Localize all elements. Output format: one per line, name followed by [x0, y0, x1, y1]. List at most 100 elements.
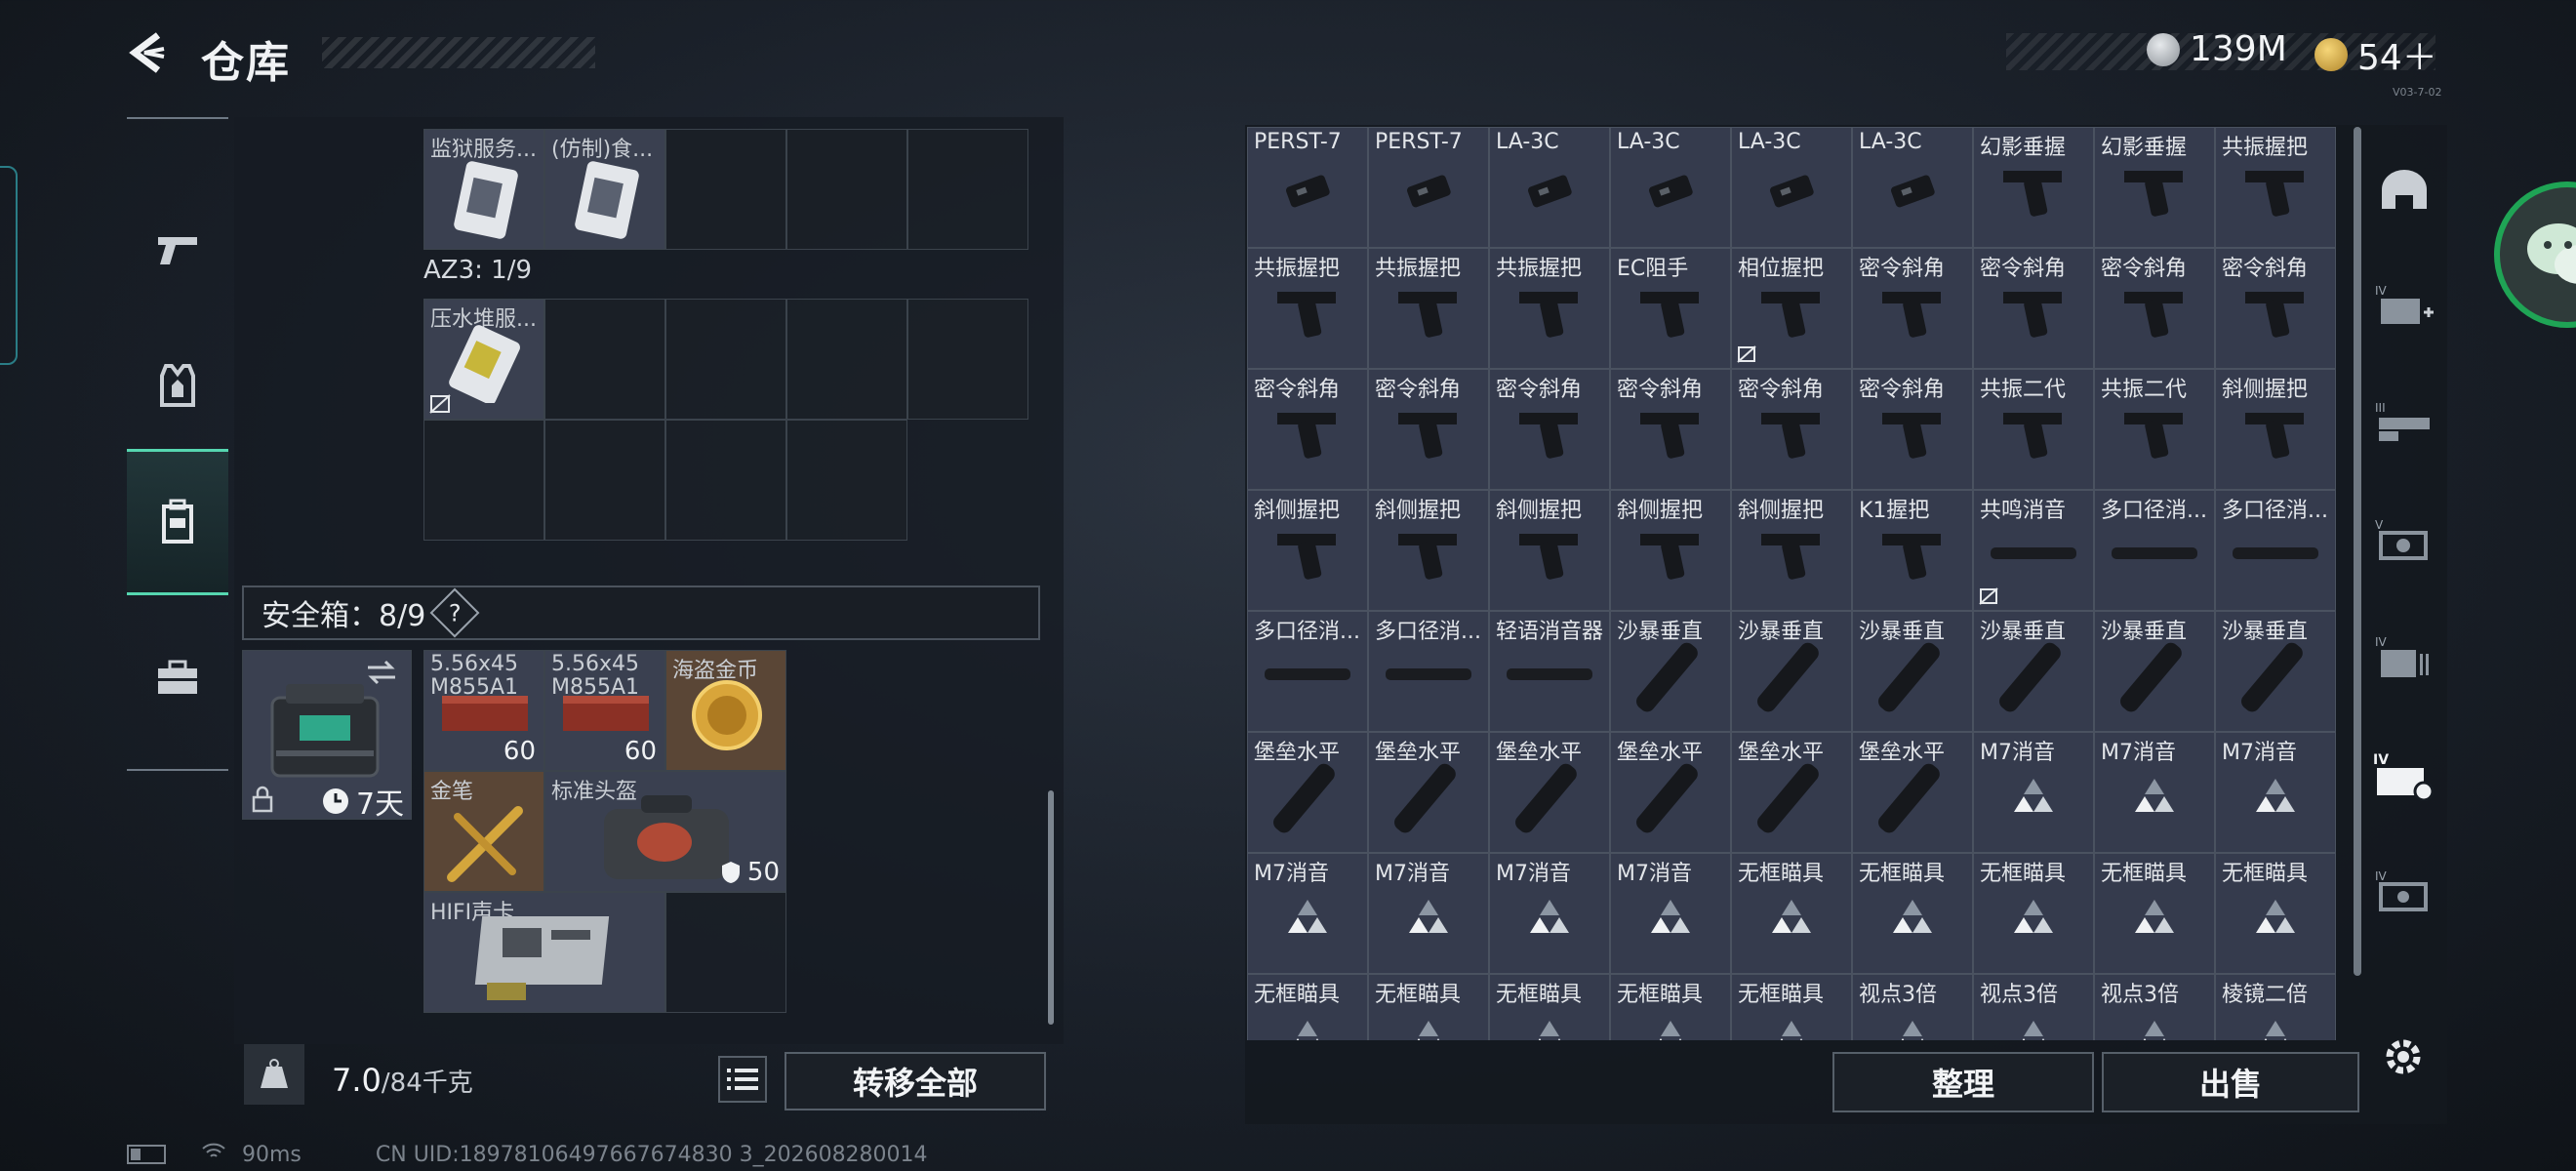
warehouse-item[interactable]: 密令斜角 — [1731, 369, 1852, 490]
warehouse-item[interactable]: 共振握把 — [2215, 127, 2336, 248]
warehouse-item[interactable]: M7消音 — [1489, 853, 1610, 974]
warehouse-item[interactable]: K1握把 — [1852, 490, 1973, 611]
inventory-item[interactable]: 压水堆服... — [423, 299, 544, 420]
warehouse-item[interactable]: 沙暴垂直 — [1610, 611, 1731, 732]
nav-backpack[interactable] — [127, 449, 228, 595]
warehouse-item[interactable]: 堡垒水平 — [1247, 732, 1368, 853]
filter-iv[interactable]: IV — [2359, 605, 2449, 712]
warehouse-item[interactable]: M7消音 — [2094, 732, 2215, 853]
warehouse-item[interactable]: 共振握把 — [1368, 248, 1489, 369]
currency-gold[interactable]: 54＋ — [2314, 29, 2437, 80]
warehouse-item[interactable]: PERST-7 — [1368, 127, 1489, 248]
warehouse-item[interactable]: 幻影垂握 — [1973, 127, 2094, 248]
empty-slot[interactable] — [665, 420, 786, 541]
wechat-float-button[interactable] — [2494, 182, 2576, 328]
warehouse-item[interactable]: M7消音 — [1368, 853, 1489, 974]
warehouse-item[interactable]: 堡垒水平 — [1489, 732, 1610, 853]
swap-icon[interactable] — [364, 659, 399, 686]
warehouse-item[interactable]: M7消音 — [2215, 732, 2336, 853]
warehouse-item[interactable]: 斜侧握把 — [1247, 490, 1368, 611]
inventory-item[interactable]: 5.56x45 M855A1 60 — [423, 650, 544, 771]
warehouse-item[interactable]: 斜侧握把 — [1489, 490, 1610, 611]
warehouse-item[interactable]: 密令斜角 — [1489, 369, 1610, 490]
edge-floating-tab[interactable] — [0, 166, 18, 365]
inventory-item[interactable]: 监狱服务... — [423, 129, 544, 250]
warehouse-item[interactable]: 视点3倍 — [1973, 974, 2094, 1040]
warehouse-item[interactable]: M7消音 — [1610, 853, 1731, 974]
currency-silver[interactable]: 139M — [2147, 29, 2287, 69]
warehouse-item[interactable]: 斜侧握把 — [2215, 369, 2336, 490]
left-scrollbar[interactable] — [1048, 790, 1054, 1025]
warehouse-item[interactable]: 幻影垂握 — [2094, 127, 2215, 248]
warehouse-item[interactable]: PERST-7 — [1247, 127, 1368, 248]
warehouse-item[interactable]: 堡垒水平 — [1610, 732, 1731, 853]
filter-iii[interactable]: III — [2359, 371, 2449, 478]
warehouse-item[interactable]: M7消音 — [1247, 853, 1368, 974]
warehouse-item[interactable]: 无框瞄具 — [1368, 974, 1489, 1040]
inventory-item[interactable]: 金笔 — [423, 771, 544, 892]
inventory-item[interactable]: HIFI声卡 — [423, 892, 665, 1013]
warehouse-item[interactable]: LA-3C — [1489, 127, 1610, 248]
warehouse-item[interactable]: 无框瞄具 — [1852, 853, 1973, 974]
warehouse-item[interactable]: 多口径消... — [2094, 490, 2215, 611]
warehouse-item[interactable]: 沙暴垂直 — [2094, 611, 2215, 732]
filter-helmet[interactable] — [2359, 137, 2449, 244]
settings-gear-icon[interactable] — [2379, 1032, 2428, 1081]
warehouse-item[interactable]: 密令斜角 — [2215, 248, 2336, 369]
warehouse-item[interactable]: 无框瞄具 — [1489, 974, 1610, 1040]
warehouse-item[interactable]: 无框瞄具 — [2094, 853, 2215, 974]
warehouse-item[interactable]: 斜侧握把 — [1610, 490, 1731, 611]
list-view-button[interactable] — [718, 1056, 767, 1103]
warehouse-item[interactable]: 无框瞄具 — [2215, 853, 2336, 974]
empty-slot[interactable] — [544, 299, 665, 420]
inventory-item[interactable]: 标准头盔 50 — [544, 771, 786, 892]
nav-weapon[interactable] — [127, 176, 228, 322]
warehouse-item[interactable]: 视点3倍 — [1852, 974, 1973, 1040]
empty-slot[interactable] — [665, 129, 786, 250]
warehouse-item[interactable]: 共振握把 — [1247, 248, 1368, 369]
nav-armor[interactable] — [127, 312, 228, 459]
warehouse-item[interactable]: 无框瞄具 — [1731, 974, 1852, 1040]
warehouse-item[interactable]: 多口径消... — [2215, 490, 2336, 611]
warehouse-item[interactable]: 共鸣消音 — [1973, 490, 2094, 611]
filter-iv-add[interactable]: IV — [2359, 254, 2449, 361]
warehouse-item[interactable]: 沙暴垂直 — [1852, 611, 1973, 732]
warehouse-item[interactable]: 斜侧握把 — [1368, 490, 1489, 611]
empty-slot[interactable] — [665, 892, 786, 1013]
warehouse-item[interactable]: LA-3C — [1610, 127, 1731, 248]
warehouse-item[interactable]: 沙暴垂直 — [2215, 611, 2336, 732]
warehouse-item[interactable]: LA-3C — [1731, 127, 1852, 248]
nav-case[interactable] — [127, 605, 228, 751]
filter-iv-active[interactable]: IV — [2359, 722, 2449, 829]
empty-slot[interactable] — [907, 299, 1028, 420]
warehouse-item[interactable]: 共振二代 — [1973, 369, 2094, 490]
empty-slot[interactable] — [544, 420, 665, 541]
warehouse-item[interactable]: 堡垒水平 — [1852, 732, 1973, 853]
empty-slot[interactable] — [423, 420, 544, 541]
warehouse-item[interactable]: 共振二代 — [2094, 369, 2215, 490]
back-arrow-icon[interactable] — [125, 29, 172, 76]
warehouse-item[interactable]: 视点3倍 — [2094, 974, 2215, 1040]
warehouse-item[interactable]: 无框瞄具 — [1731, 853, 1852, 974]
warehouse-item[interactable]: LA-3C — [1852, 127, 1973, 248]
warehouse-item[interactable]: 多口径消... — [1368, 611, 1489, 732]
inventory-item[interactable]: 海盗金币 — [665, 650, 786, 771]
warehouse-item[interactable]: 无框瞄具 — [1610, 974, 1731, 1040]
warehouse-item[interactable]: 堡垒水平 — [1368, 732, 1489, 853]
warehouse-item[interactable]: 共振握把 — [1489, 248, 1610, 369]
warehouse-item[interactable]: 密令斜角 — [1852, 369, 1973, 490]
sort-button[interactable]: 整理 — [1832, 1052, 2094, 1112]
empty-slot[interactable] — [786, 420, 907, 541]
warehouse-item[interactable]: 棱镜二倍 — [2215, 974, 2336, 1040]
inventory-item[interactable]: 5.56x45 M855A1 60 — [544, 650, 665, 771]
warehouse-item[interactable]: 斜侧握把 — [1731, 490, 1852, 611]
warehouse-item[interactable]: 密令斜角 — [1368, 369, 1489, 490]
warehouse-item[interactable]: 多口径消... — [1247, 611, 1368, 732]
empty-slot[interactable] — [786, 299, 907, 420]
warehouse-item[interactable]: 相位握把 — [1731, 248, 1852, 369]
warehouse-item[interactable]: 密令斜角 — [1610, 369, 1731, 490]
warehouse-item[interactable]: M7消音 — [1973, 732, 2094, 853]
warehouse-item[interactable]: 堡垒水平 — [1731, 732, 1852, 853]
warehouse-item[interactable]: 无框瞄具 — [1247, 974, 1368, 1040]
warehouse-item[interactable]: 无框瞄具 — [1973, 853, 2094, 974]
